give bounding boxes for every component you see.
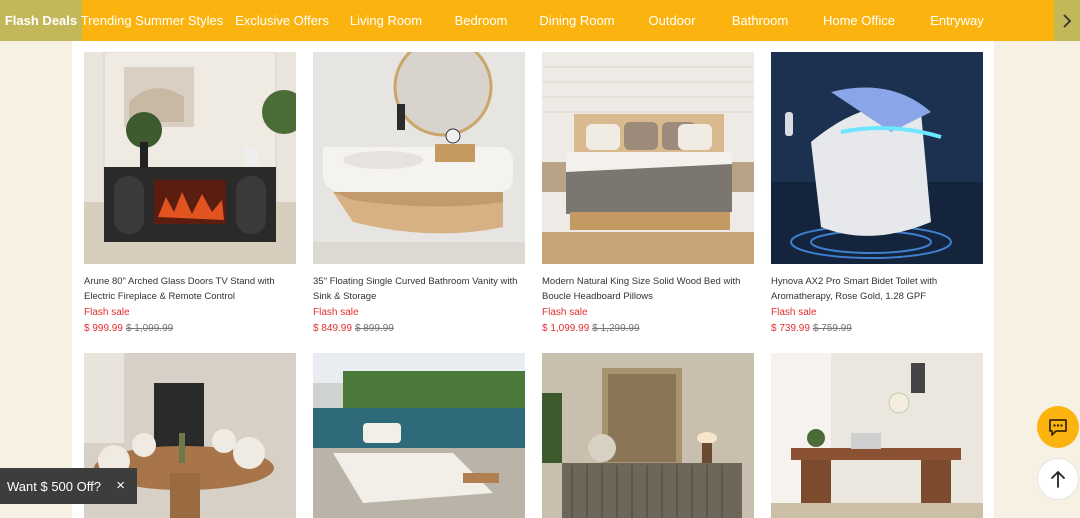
back-to-top-button[interactable] [1037,458,1079,500]
chat-icon [1049,419,1067,436]
sale-price: $ 1,099.99 [542,323,590,334]
original-price: $ 1,299.99 [592,323,640,334]
original-price: $ 1,099.99 [125,323,174,334]
product-card[interactable] [313,353,525,518]
product-card[interactable]: Modern Natural King Size Solid Wood Bed … [542,52,754,336]
product-price: $ 1,099.99 $ 1,299.99 [542,322,754,336]
product-grid-panel: Arune 80" Arched Glass Doors TV Stand wi… [72,41,994,518]
product-image[interactable] [542,52,754,264]
product-image[interactable] [771,52,983,264]
tab-trending-summer-styles[interactable]: Trending Summer Styles [81,0,224,41]
tab-flash-deals[interactable]: Flash Deals [0,0,82,41]
flash-sale-badge: Flash sale [771,307,817,318]
product-card[interactable] [771,353,983,518]
tab-exclusive-offers[interactable]: Exclusive Offers [222,0,342,41]
sale-price: $ 849.99 [313,323,352,334]
product-card[interactable]: 35" Floating Single Curved Bathroom Vani… [313,52,525,336]
product-price: $ 739.99 $ 759.99 [771,322,983,336]
tab-entryway[interactable]: Entryway [920,0,994,41]
product-title[interactable]: Modern Natural King Size Solid Wood Bed … [542,274,754,304]
flash-sale-badge: Flash sale [313,307,359,318]
product-image[interactable] [313,52,525,264]
original-price: $ 899.99 [354,323,394,334]
tab-dining-room[interactable]: Dining Room [532,0,622,41]
product-title[interactable]: Hynova AX2 Pro Smart Bidet Toilet with A… [771,274,983,304]
product-image[interactable] [84,52,296,264]
chat-button[interactable] [1037,406,1079,448]
tab-bedroom[interactable]: Bedroom [430,0,532,41]
nav-next-button[interactable] [1054,0,1080,41]
category-nav: Flash Deals Trending Summer Styles Exclu… [0,0,1080,41]
flash-sale-badge: Flash sale [84,307,130,318]
tab-outdoor[interactable]: Outdoor [622,0,722,41]
product-image[interactable] [771,353,983,518]
product-price: $ 849.99 $ 899.99 [313,322,525,336]
product-price: $ 999.99 $ 1,099.99 [84,322,296,336]
product-title[interactable]: 35" Floating Single Curved Bathroom Vani… [313,274,525,304]
tab-living-room[interactable]: Living Room [342,0,430,41]
product-card[interactable]: Arune 80" Arched Glass Doors TV Stand wi… [84,52,296,336]
product-image[interactable] [542,353,754,518]
arrow-up-icon [1051,471,1065,488]
tab-bathroom[interactable]: Bathroom [722,0,798,41]
flash-sale-badge: Flash sale [542,307,588,318]
sale-price: $ 999.99 [84,323,123,334]
product-title[interactable]: Arune 80" Arched Glass Doors TV Stand wi… [84,274,296,304]
product-image[interactable] [313,353,525,518]
promo-banner[interactable]: Want $ 500 Off? × [0,468,137,504]
sale-price: $ 739.99 [771,323,810,334]
promo-label[interactable]: Want $ 500 Off? [7,479,101,494]
product-card[interactable] [542,353,754,518]
chevron-right-icon [1063,13,1072,28]
product-card[interactable]: Hynova AX2 Pro Smart Bidet Toilet with A… [771,52,983,336]
original-price: $ 759.99 [812,323,852,334]
tab-home-office[interactable]: Home Office [798,0,920,41]
close-icon[interactable]: × [116,477,125,494]
